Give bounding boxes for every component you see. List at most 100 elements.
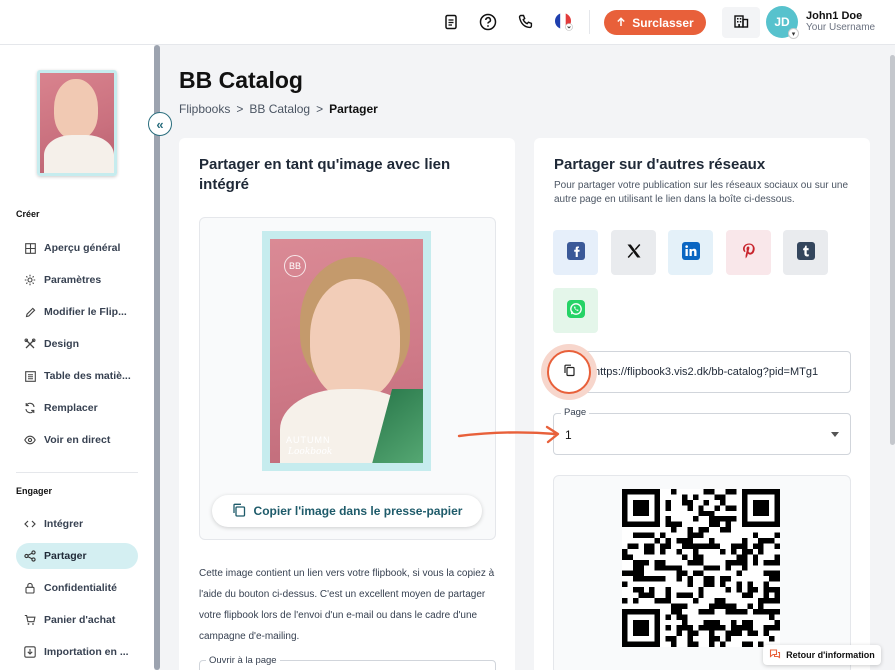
sidebar-scrollbar[interactable] xyxy=(154,45,160,670)
import-icon xyxy=(24,646,36,658)
sidebar-item-overview[interactable]: Aperçu général xyxy=(16,235,138,261)
document-icon[interactable] xyxy=(441,12,461,32)
x-icon xyxy=(626,243,642,262)
phone-icon[interactable] xyxy=(516,12,536,32)
cover-subtitle: Lookbook xyxy=(288,447,333,457)
feedback-icon xyxy=(769,648,781,662)
sidebar-item-label: Intégrer xyxy=(44,518,84,530)
copy-image-button[interactable]: Copier l'image dans le presse-papier xyxy=(212,495,482,527)
cover-image: BB AUTUMN Lookbook xyxy=(262,231,431,471)
page-scrollbar[interactable] xyxy=(890,55,895,445)
sidebar-item-label: Remplacer xyxy=(44,402,98,414)
sidebar-item-share[interactable]: Partager xyxy=(16,543,138,569)
page-title: BB Catalog xyxy=(179,67,303,93)
cart-icon xyxy=(24,614,36,626)
sidebar-item-import[interactable]: Importation en ... xyxy=(16,639,138,665)
pinterest-icon xyxy=(740,242,758,263)
share-link-value[interactable]: https://flipbook3.vis2.dk/bb-catalog?pid… xyxy=(594,366,840,378)
breadcrumb-flipbooks[interactable]: Flipbooks xyxy=(179,102,230,116)
user-username: Your Username xyxy=(806,22,876,33)
copy-icon xyxy=(232,503,246,520)
facebook-share-button[interactable] xyxy=(553,230,598,275)
cover-logo: BB xyxy=(284,255,306,277)
gear-icon xyxy=(24,274,36,286)
chevron-down-icon[interactable]: ▾ xyxy=(788,28,799,39)
flipbook-thumbnail[interactable] xyxy=(37,70,117,176)
divider xyxy=(16,472,138,473)
breadcrumb-catalog[interactable]: BB Catalog xyxy=(249,102,310,116)
chevron-down-icon[interactable] xyxy=(831,432,839,437)
upgrade-label: Surclasser xyxy=(632,15,694,30)
sidebar-item-edit-flipbook[interactable]: Modifier le Flip... xyxy=(16,299,138,325)
double-chevron-left-icon: « xyxy=(156,116,164,132)
network-share-title: Partager sur d'autres réseaux xyxy=(554,156,766,173)
qr-code-icon[interactable] xyxy=(622,489,780,647)
network-share-subtitle: Pour partager votre publication sur les … xyxy=(554,180,849,205)
feedback-label: Retour d'information xyxy=(786,650,875,660)
sidebar-item-label: Partager xyxy=(44,550,87,562)
tools-icon xyxy=(24,338,36,350)
image-share-title: Partager en tant qu'image avec lien inté… xyxy=(199,156,451,193)
language-flag-icon[interactable] xyxy=(554,12,574,32)
facebook-icon xyxy=(566,242,585,263)
breadcrumb: Flipbooks > BB Catalog > Partager xyxy=(179,102,378,116)
sidebar-item-label: Confidentialité xyxy=(44,582,117,594)
copy-icon xyxy=(563,364,576,380)
eye-icon xyxy=(24,434,36,446)
copy-link-button[interactable] xyxy=(547,350,591,394)
share-icon xyxy=(24,550,36,562)
help-icon[interactable] xyxy=(478,12,498,32)
x-share-button[interactable] xyxy=(611,230,656,275)
breadcrumb-separator: > xyxy=(236,102,244,116)
tumblr-icon xyxy=(796,242,815,263)
page-select[interactable] xyxy=(553,413,851,455)
sidebar-item-label: Table des matiè... xyxy=(44,370,131,382)
linkedin-icon xyxy=(681,242,700,263)
sidebar-item-embed[interactable]: Intégrer xyxy=(16,511,138,537)
sidebar-item-label: Voir en direct xyxy=(44,434,111,446)
copy-image-label: Copier l'image dans le presse-papier xyxy=(253,504,463,518)
refresh-icon xyxy=(24,402,36,414)
building-icon xyxy=(733,13,749,32)
open-page-label: Ouvrir à la page xyxy=(206,655,280,666)
upgrade-button[interactable]: Surclasser xyxy=(604,10,706,35)
sidebar-item-label: Importation en ... xyxy=(44,646,129,658)
sidebar-item-table-of-contents[interactable]: Table des matiè... xyxy=(16,363,138,389)
sidebar-item-label: Modifier le Flip... xyxy=(44,306,127,318)
section-label-engage: Engager xyxy=(16,486,53,496)
organization-button[interactable] xyxy=(722,7,760,38)
sidebar-item-view-live[interactable]: Voir en direct xyxy=(16,427,138,453)
collapse-sidebar-button[interactable]: « xyxy=(148,112,172,136)
sidebar-item-label: Design xyxy=(44,338,80,350)
image-share-description: Cette image contient un lien vers votre … xyxy=(199,568,495,642)
linkedin-share-button[interactable] xyxy=(668,230,713,275)
thumbnail-face xyxy=(54,79,98,139)
code-icon xyxy=(24,518,36,530)
whatsapp-share-button[interactable] xyxy=(553,288,598,333)
sidebar-item-label: Aperçu général xyxy=(44,242,121,254)
top-bar: Surclasser JD ▾ John1 Doe Your Username xyxy=(0,0,895,45)
layout-icon xyxy=(24,242,36,254)
avatar-initials: JD xyxy=(774,15,790,29)
sidebar-item-replace[interactable]: Remplacer xyxy=(16,395,138,421)
feedback-button[interactable]: Retour d'information xyxy=(763,645,881,665)
sidebar-item-privacy[interactable]: Confidentialité xyxy=(16,575,138,601)
cover-title: AUTUMN xyxy=(286,435,331,445)
lock-icon xyxy=(24,582,36,594)
cover-face xyxy=(310,279,400,399)
sidebar-item-design[interactable]: Design xyxy=(16,331,138,357)
list-icon xyxy=(24,370,36,382)
page-select-value: 1 xyxy=(565,428,572,442)
sidebar-item-settings[interactable]: Paramètres xyxy=(16,267,138,293)
pinterest-share-button[interactable] xyxy=(726,230,771,275)
sidebar-item-shopping-cart[interactable]: Panier d'achat xyxy=(16,607,138,633)
cover-photo: BB AUTUMN Lookbook xyxy=(270,239,423,463)
breadcrumb-separator: > xyxy=(316,102,324,116)
tumblr-share-button[interactable] xyxy=(783,230,828,275)
sidebar-item-label: Paramètres xyxy=(44,274,102,286)
arrow-up-icon xyxy=(616,16,626,30)
whatsapp-icon xyxy=(566,300,585,321)
divider xyxy=(589,10,590,34)
thumbnail-body xyxy=(44,135,114,173)
pencil-icon xyxy=(24,306,36,318)
